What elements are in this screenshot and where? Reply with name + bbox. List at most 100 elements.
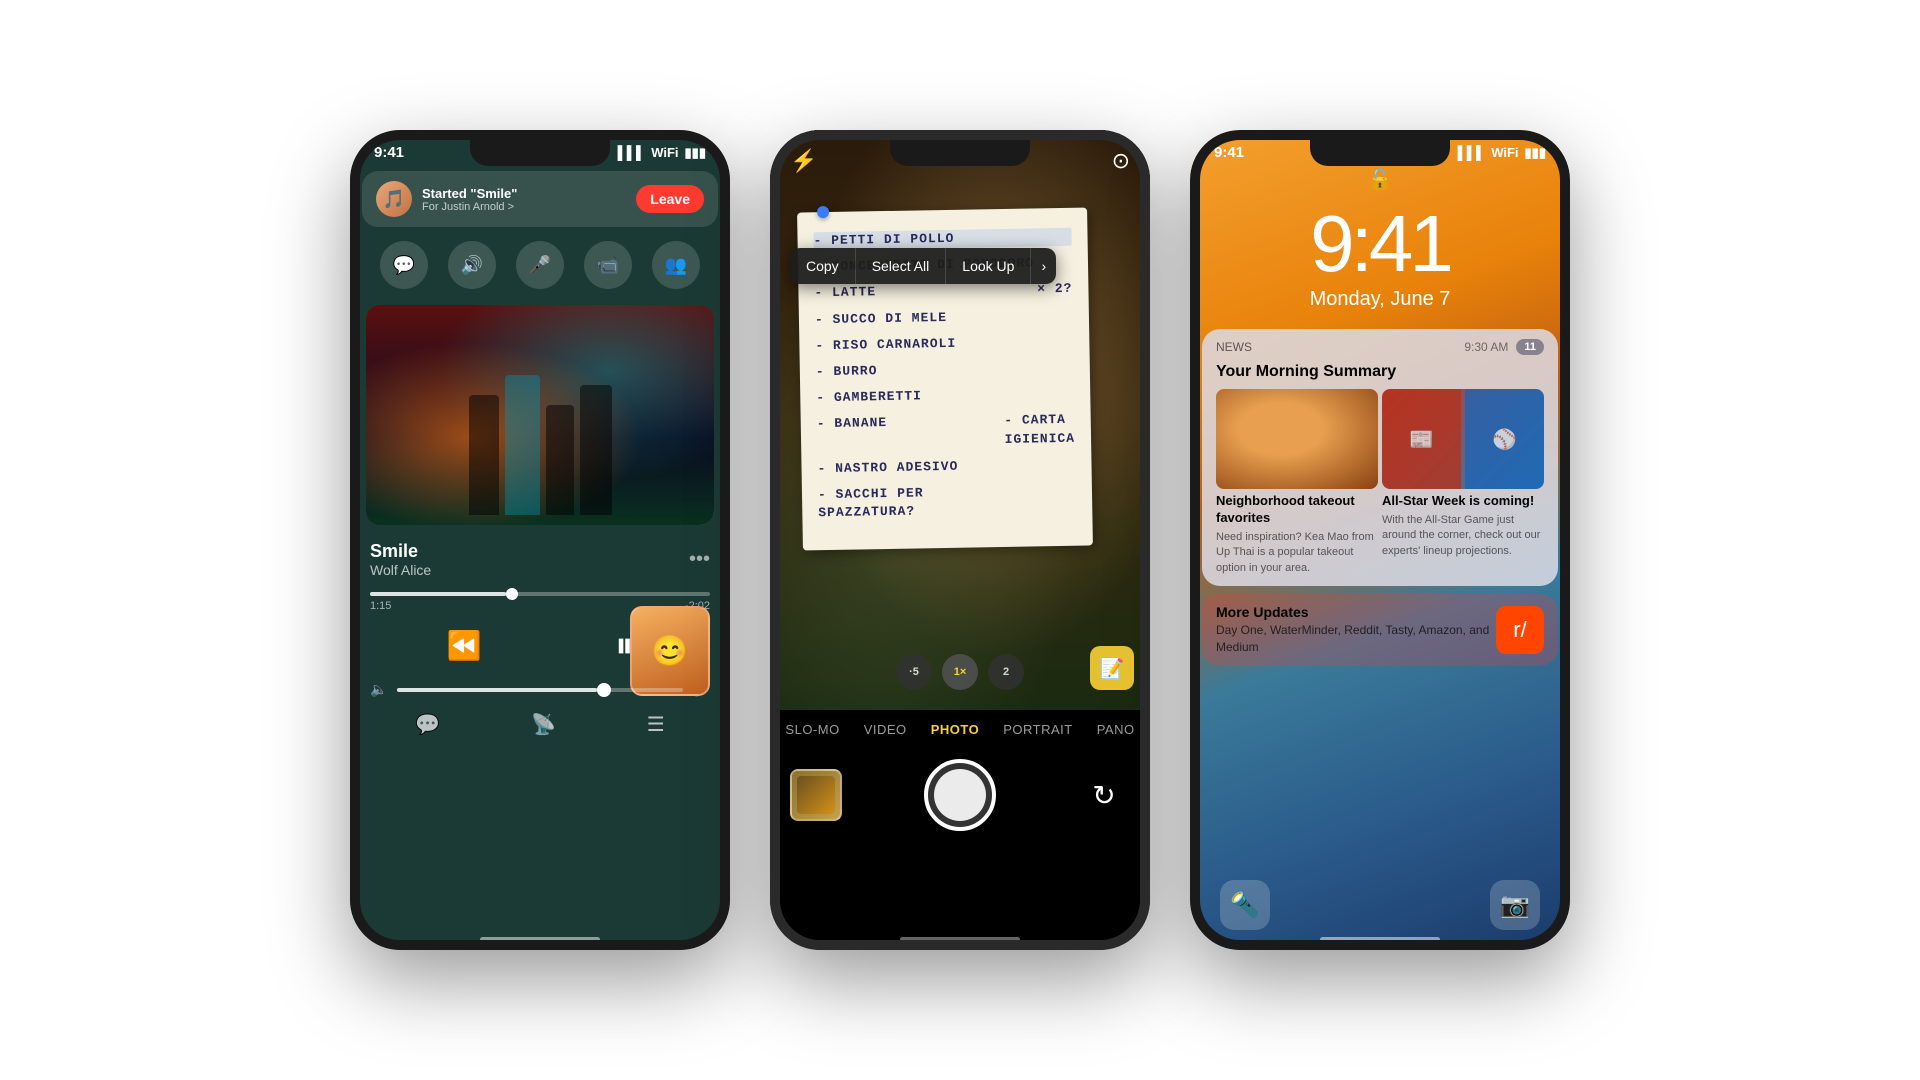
phone-2-camera-livetext: ⚡ ⌃ ⊙ Copy Select All Look Up › - PETTI … [770, 130, 1150, 950]
mode-slomo[interactable]: SLO-MO [785, 722, 839, 737]
camera-modes: SLO-MO VIDEO PHOTO PORTRAIT PANO [770, 710, 1150, 749]
shutter-inner [934, 769, 986, 821]
flip-camera-button[interactable]: ↻ [1078, 769, 1130, 821]
status-bar-p1: 9:41 ▌▌▌ WiFi ▮▮▮ [350, 130, 730, 167]
note-line-10: - SACCHI PER SPAZZATURA? [818, 482, 1077, 523]
status-time-p1: 9:41 [374, 144, 404, 161]
time-display: 9:41 [1190, 204, 1570, 284]
notification-card[interactable]: NEWS 9:30 AM 11 Your Morning Summary Nei… [1202, 329, 1558, 586]
camera-bottom-controls: ↻ [770, 749, 1150, 861]
album-art [366, 305, 714, 525]
zoom-05x[interactable]: ·5 [896, 654, 932, 690]
progress-fill [370, 592, 506, 596]
status-icons-p3: ▌▌▌ WiFi ▮▮▮ [1458, 145, 1546, 161]
queue-icon[interactable]: ☰ [647, 712, 665, 737]
lock-icon: 🔓 [1190, 167, 1570, 192]
camera-viewfinder: ⚡ ⌃ ⊙ Copy Select All Look Up › - PETTI … [770, 130, 1150, 710]
camera-icon[interactable]: 📹 [584, 241, 632, 289]
look-up-button[interactable]: Look Up [946, 248, 1031, 284]
tooltip-more-arrow[interactable]: › [1031, 248, 1056, 284]
zoom-2x[interactable]: 2 [988, 654, 1024, 690]
battery-icon-p3: ▮▮▮ [1525, 145, 1546, 161]
airplay-icon[interactable]: 📡 [531, 712, 556, 737]
article-1-headline: Neighborhood takeout favorites [1216, 493, 1378, 527]
facetime-avatar: 🎵 [376, 181, 412, 217]
zoom-1x[interactable]: 1× [942, 654, 978, 690]
facetime-title: Started "Smile" [422, 186, 626, 201]
notification-header: NEWS 9:30 AM 11 [1202, 329, 1558, 361]
track-more-button[interactable]: ••• [689, 548, 710, 571]
camera-dock-icon[interactable]: 📷 [1490, 880, 1540, 930]
news-grid: Neighborhood takeout favorites Need insp… [1202, 389, 1558, 586]
home-indicator-p3 [1320, 937, 1440, 942]
volume-fill [397, 688, 597, 692]
facetime-info: Started "Smile" For Justin Arnold > [422, 186, 626, 213]
article-1: Neighborhood takeout favorites Need insp… [1216, 389, 1378, 576]
volume-thumb[interactable] [597, 683, 611, 697]
facetime-banner[interactable]: 🎵 Started "Smile" For Justin Arnold > Le… [362, 171, 718, 227]
note-pin [817, 206, 829, 218]
note-line-9: - NASTRO ADESIVO [817, 455, 1075, 478]
lockscreen-bottom-dock: 🔦 📷 [1190, 880, 1570, 930]
camera-top-bar: ⚡ ⌃ ⊙ [770, 130, 1150, 192]
audio-icon[interactable]: 🔊 [448, 241, 496, 289]
people-icon[interactable]: 👥 [652, 241, 700, 289]
article-2-body: With the All-Star Game just around the c… [1382, 513, 1544, 559]
article-1-body: Need inspiration? Kea Mao from Up Thai i… [1216, 530, 1378, 576]
lockscreen-time: 9:41 Monday, June 7 [1190, 194, 1570, 321]
wifi-icon: WiFi [651, 145, 678, 160]
photo-library-thumbnail[interactable] [790, 769, 842, 821]
notification-title: Your Morning Summary [1202, 361, 1558, 389]
more-updates-card[interactable]: More Updates Day One, WaterMinder, Reddi… [1202, 594, 1558, 666]
note-line-4: - SUCCO DI MELE [815, 306, 1073, 329]
lyrics-icon[interactable]: 💬 [415, 712, 440, 737]
facetime-thumbnail[interactable]: 😊 [630, 606, 710, 696]
home-indicator [480, 937, 600, 942]
chevron-up-icon[interactable]: ⌃ [955, 148, 973, 174]
progress-bar[interactable] [370, 592, 710, 596]
rewind-button[interactable]: ⏪ [447, 629, 482, 662]
volume-low-icon: 🔈 [370, 681, 387, 698]
more-updates-title: More Updates [1216, 604, 1496, 620]
more-updates-body: Day One, WaterMinder, Reddit, Tasty, Ama… [1216, 622, 1496, 656]
reddit-icon: r/ [1496, 606, 1544, 654]
leave-button[interactable]: Leave [636, 185, 704, 213]
progress-thumb[interactable] [506, 588, 518, 600]
signal-icon: ▌▌▌ [618, 145, 646, 160]
mode-video[interactable]: VIDEO [864, 722, 907, 737]
select-all-button[interactable]: Select All [856, 248, 947, 284]
note-line-6: - BURRO [816, 359, 1074, 382]
wifi-icon-p3: WiFi [1491, 145, 1518, 160]
mic-icon[interactable]: 🎤 [516, 241, 564, 289]
note-line-5: - RISO CARNAROLI [815, 333, 1073, 356]
notification-time: 9:30 AM [1464, 340, 1508, 354]
article-2: 📰 ⚾ All-Star Week is coming! With the Al… [1382, 389, 1544, 576]
shutter-button[interactable] [924, 759, 996, 831]
phone-1-facetime-music: 9:41 ▌▌▌ WiFi ▮▮▮ 🎵 Started "Smile" For … [350, 130, 730, 950]
flash-icon[interactable]: ⚡ [790, 148, 817, 174]
time-elapsed: 1:15 [370, 600, 391, 612]
phone-3-lockscreen: 9:41 ▌▌▌ WiFi ▮▮▮ 🔓 9:41 Monday, June 7 … [1190, 130, 1570, 950]
article-2-headline: All-Star Week is coming! [1382, 493, 1544, 510]
more-updates-info: More Updates Day One, WaterMinder, Reddi… [1216, 604, 1496, 656]
status-bar-p3: 9:41 ▌▌▌ WiFi ▮▮▮ [1190, 130, 1570, 167]
mode-photo[interactable]: PHOTO [931, 722, 980, 737]
playback-controls: ⏪ ⏸ 😊 [350, 616, 730, 675]
mode-portrait[interactable]: PORTRAIT [1003, 722, 1073, 737]
track-artist: Wolf Alice [370, 562, 431, 578]
timer-icon[interactable]: ⊙ [1112, 148, 1130, 174]
copy-button[interactable]: Copy [790, 248, 856, 284]
track-name: Smile [370, 541, 431, 562]
volume-bar[interactable] [397, 688, 682, 692]
status-icons-p1: ▌▌▌ WiFi ▮▮▮ [618, 145, 706, 161]
home-indicator-p2 [900, 937, 1020, 942]
control-icons-row: 💬 🔊 🎤 📹 👥 [350, 231, 730, 299]
flashlight-icon[interactable]: 🔦 [1220, 880, 1270, 930]
facetime-subtitle: For Justin Arnold > [422, 201, 626, 213]
mode-pano[interactable]: PANO [1097, 722, 1135, 737]
notification-badge: 11 [1516, 339, 1544, 355]
chat-icon[interactable]: 💬 [380, 241, 428, 289]
note-line-7: - GAMBERETTI [816, 385, 1074, 408]
signal-icon-p3: ▌▌▌ [1458, 145, 1486, 160]
live-text-icon[interactable]: 📝 [1090, 646, 1134, 690]
